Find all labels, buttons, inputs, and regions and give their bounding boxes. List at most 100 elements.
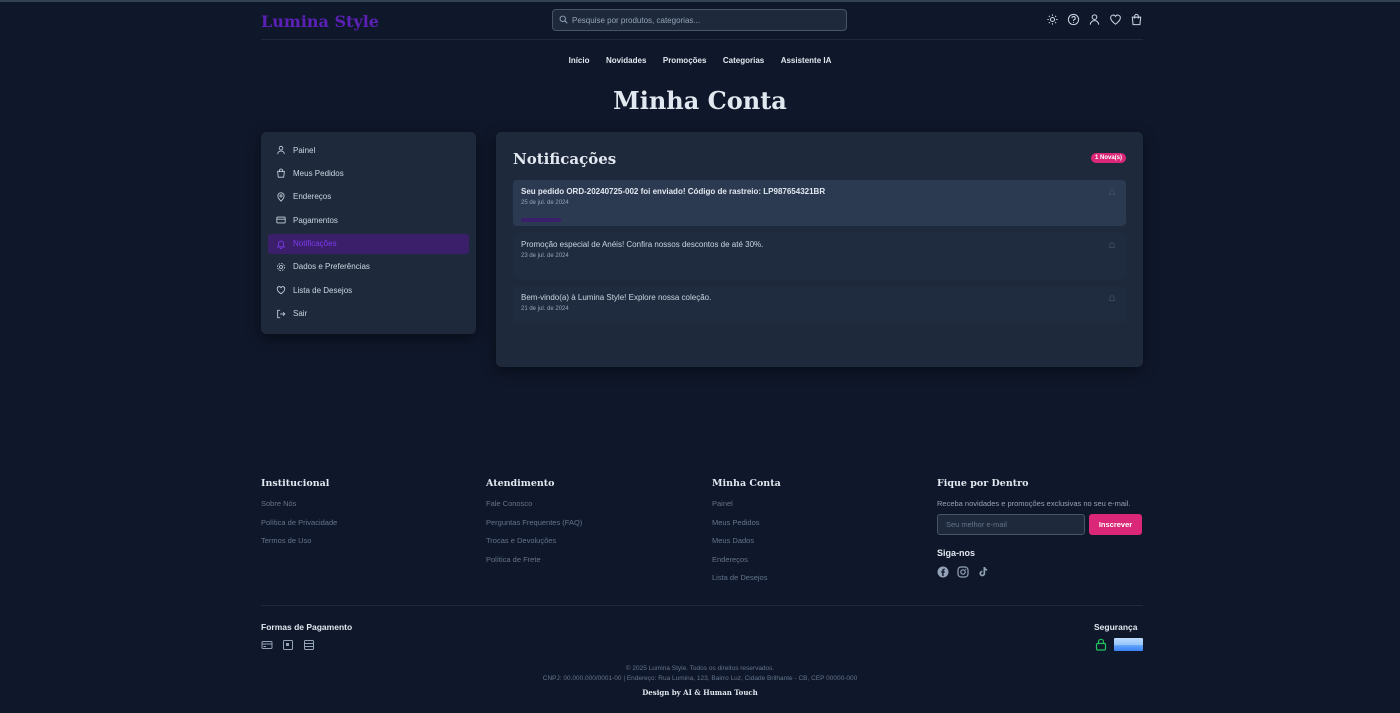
footer-link[interactable]: Meus Dados [712,536,781,545]
notification-date: 21 de jul. de 2024 [521,306,569,312]
footer-link[interactable]: Painel [712,499,781,508]
subscribe-button[interactable]: Inscrever [1089,514,1142,535]
gear-icon [277,263,285,271]
sidebar-item-dados[interactable]: Dados e Preferências [268,257,469,277]
sidebar-item-notificacoes[interactable]: Notificações [268,233,469,254]
footer-newsletter: Fique por Dentro Receba novidades e prom… [937,478,1143,578]
footer-divider [261,605,1143,606]
page-title: Minha Conta [613,86,787,115]
bell-icon [1108,295,1116,301]
sidebar-item-enderecos[interactable]: Endereços [268,187,469,207]
sidebar-item-label: Endereços [293,192,332,202]
notification-item[interactable]: Promoção especial de Anéis! Confira noss… [513,233,1126,279]
logo[interactable]: Lumina Style [261,12,379,31]
nav-item-categorias[interactable]: Categorias [723,56,764,65]
notification-message: Seu pedido ORD-20240725-002 foi enviado!… [521,187,826,196]
copyright: © 2025 Lumina Style. Todos os direitos r… [0,664,1400,684]
sidebar-item-pedidos[interactable]: Meus Pedidos [268,163,469,183]
mark-read-link[interactable] [521,209,1118,222]
footer-link[interactable]: Meus Pedidos [712,518,781,527]
logout-icon [277,309,286,318]
footer-col-title: Minha Conta [712,478,781,489]
instagram-icon[interactable] [957,565,969,578]
footer-col-minha-conta: Minha Conta Painel Meus Pedidos Meus Dad… [712,478,781,592]
newsletter-title: Fique por Dentro [937,478,1029,489]
notifications-panel: Notificações 1 Nova(s) Seu pedido ORD-20… [496,132,1143,367]
notification-message: Promoção especial de Anéis! Confira noss… [521,240,764,249]
account-sidebar: Painel Meus Pedidos Endereços Pagamentos… [261,132,476,334]
theme-toggle-icon[interactable] [1046,13,1059,26]
tiktok-icon[interactable] [977,565,989,577]
sidebar-item-label: Notificações [293,239,337,249]
sidebar-item-sair[interactable]: Sair [268,304,469,324]
nav-item-assistente-ia[interactable]: Assistente IA [781,56,832,65]
user-icon [277,145,285,155]
lock-icon [1095,638,1107,651]
sidebar-item-label: Lista de Desejos [293,285,353,295]
bag-icon [277,169,285,178]
security-seal-image [1114,638,1143,651]
facebook-icon[interactable] [937,565,949,578]
footer-link[interactable]: Termos de Uso [261,536,337,545]
new-count-badge: 1 Nova(s) [1090,153,1126,163]
notification-message: Bem-vindo(a) à Lumina Style! Explore nos… [521,293,712,302]
wishlist-icon[interactable] [1109,13,1122,26]
bell-icon [1108,242,1116,248]
card-icon [261,638,273,650]
search-input[interactable] [572,10,842,30]
credit-card-icon [276,216,286,224]
newsletter-form: Inscrever [937,514,1143,535]
bell-icon [276,240,286,249]
bell-icon [1108,189,1116,195]
sidebar-item-painel[interactable]: Painel [268,140,469,160]
footer-col-title: Atendimento [486,478,555,489]
header: Lumina Style [261,8,1143,40]
notification-item[interactable]: Seu pedido ORD-20240725-002 foi enviado!… [513,180,1126,226]
pix-icon [282,638,294,650]
sidebar-item-label: Sair [293,309,308,319]
boleto-icon [303,638,315,650]
design-credit: Design by AI & Human Touch [642,688,758,697]
help-icon[interactable] [1067,13,1080,26]
footer-col-institucional: Institucional Sobre Nós Política de Priv… [261,478,337,555]
sidebar-item-label: Dados e Preferências [293,262,370,272]
sidebar-item-desejos[interactable]: Lista de Desejos [268,280,469,300]
notifications-title: Notificações [513,150,617,168]
follow-title: Siga-nos [937,548,976,558]
company-info: CNPJ: 00.000.000/0001-00 | Endereço: Rua… [542,675,858,682]
payment-methods [261,638,315,650]
sidebar-item-label: Painel [293,145,316,155]
heart-icon [276,286,286,295]
sidebar-item-label: Meus Pedidos [293,168,344,178]
header-actions [1046,13,1143,26]
notification-date: 23 de jul. de 2024 [521,253,569,259]
footer-link[interactable]: Política de Frete [486,555,582,564]
account-icon[interactable] [1088,13,1101,26]
footer-link[interactable]: Sobre Nós [261,499,337,508]
security-seals [1095,638,1143,651]
footer-link[interactable]: Endereços [712,555,781,564]
nav-item-inicio[interactable]: Início [569,56,590,65]
top-border [0,0,1400,2]
nav-item-novidades[interactable]: Novidades [606,56,646,65]
footer-link[interactable]: Trocas e Devoluções [486,536,582,545]
security-title: Segurança [1094,622,1138,632]
footer-link[interactable]: Perguntas Frequentes (FAQ) [486,518,582,527]
search-box[interactable] [552,9,847,31]
map-pin-icon [277,192,285,202]
footer-link[interactable]: Lista de Desejos [712,573,781,582]
sidebar-item-label: Pagamentos [293,215,338,225]
footer-link[interactable]: Política de Privacidade [261,518,337,527]
sidebar-item-pagamentos[interactable]: Pagamentos [268,210,469,230]
notification-date: 25 de jul. de 2024 [521,200,569,206]
main-nav: Início Novidades Promoções Categorias As… [0,50,1400,68]
nav-item-promocoes[interactable]: Promoções [663,56,707,65]
footer-col-title: Institucional [261,478,330,489]
notification-item[interactable]: Bem-vindo(a) à Lumina Style! Explore nos… [513,286,1126,323]
footer-col-atendimento: Atendimento Fale Conosco Perguntas Frequ… [486,478,582,573]
newsletter-email-input[interactable] [937,514,1085,535]
footer-link[interactable]: Fale Conosco [486,499,582,508]
cart-icon[interactable] [1130,13,1143,26]
newsletter-text: Receba novidades e promoções exclusivas … [937,499,1131,508]
social-links [937,565,1143,578]
